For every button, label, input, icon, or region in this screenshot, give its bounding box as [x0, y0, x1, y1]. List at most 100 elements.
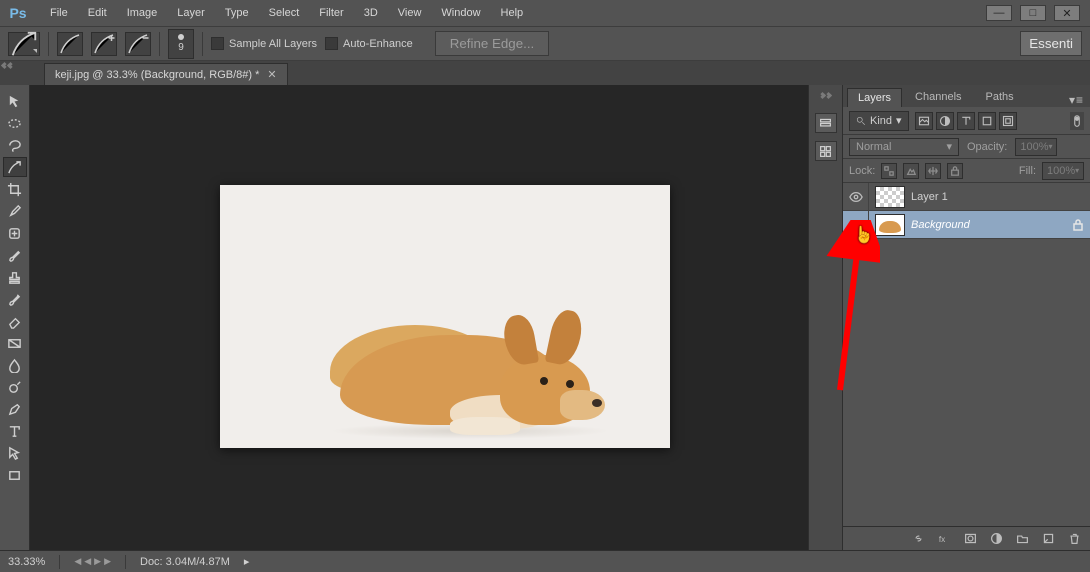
stamp-tool[interactable] — [3, 267, 27, 287]
opacity-input[interactable]: 100% ▾ — [1015, 138, 1057, 156]
path-select-tool[interactable] — [3, 443, 27, 463]
zoom-level[interactable]: 33.33% — [8, 556, 45, 568]
dodge-tool[interactable] — [3, 377, 27, 397]
layer-thumbnail[interactable] — [875, 214, 905, 236]
toolbox-collapse-handle[interactable] — [2, 61, 18, 69]
document-canvas[interactable] — [220, 185, 670, 448]
chevron-right-icon[interactable]: ▸ — [244, 555, 250, 568]
menu-file[interactable]: File — [40, 0, 78, 26]
pen-tool[interactable] — [3, 399, 27, 419]
close-icon[interactable]: ✕ — [267, 68, 276, 81]
layer-name-label[interactable]: Background — [911, 219, 1066, 231]
layers-adjust-icon[interactable] — [988, 531, 1004, 547]
panel-tab-channels[interactable]: Channels — [904, 87, 972, 107]
layers-panel: LayersChannelsPaths ▾≡ Kind ▾ Normal ▾ — [843, 85, 1090, 550]
history-panel-icon[interactable] — [815, 113, 837, 133]
document-tab[interactable]: keji.jpg @ 33.3% (Background, RGB/8#) * … — [44, 63, 288, 85]
layers-trash-icon[interactable] — [1066, 531, 1082, 547]
subtract-selection-icon[interactable] — [125, 32, 151, 56]
panel-tab-layers[interactable]: Layers — [847, 88, 902, 107]
menu-window[interactable]: Window — [431, 0, 490, 26]
layers-fx-icon[interactable]: fx — [936, 531, 952, 547]
brush-tool[interactable] — [3, 245, 27, 265]
panel-menu-icon[interactable]: ▾≡ — [1063, 93, 1090, 107]
menu-bar: Ps FileEditImageLayerTypeSelectFilter3DV… — [0, 0, 1090, 26]
filter-adjust-icon[interactable] — [936, 112, 954, 130]
menu-select[interactable]: Select — [259, 0, 310, 26]
layer-thumbnail[interactable] — [875, 186, 905, 208]
move-tool[interactable] — [3, 91, 27, 111]
auto-enhance-label: Auto-Enhance — [343, 38, 413, 50]
quick-select-tool[interactable] — [3, 157, 27, 177]
refine-edge-button[interactable]: Refine Edge... — [435, 31, 549, 56]
dropdown-arrow-icon: ▾ — [896, 114, 902, 127]
document-info[interactable]: Doc: 3.04M/4.87M — [140, 556, 230, 568]
layers-link-icon[interactable] — [910, 531, 926, 547]
filter-type-icon[interactable] — [957, 112, 975, 130]
menu-edit[interactable]: Edit — [78, 0, 117, 26]
active-tool-swatch[interactable] — [8, 32, 40, 56]
layer-name-label[interactable]: Layer 1 — [911, 191, 1066, 203]
menu-3d[interactable]: 3D — [354, 0, 388, 26]
add-selection-icon[interactable] — [91, 32, 117, 56]
menu-image[interactable]: Image — [117, 0, 168, 26]
swatches-panel-icon[interactable] — [815, 141, 837, 161]
marquee-tool[interactable] — [3, 113, 27, 133]
dock-collapse-handle[interactable] — [818, 93, 834, 101]
healing-tool[interactable] — [3, 223, 27, 243]
eraser-tool[interactable] — [3, 311, 27, 331]
opacity-value: 100% — [1020, 141, 1048, 153]
gradient-tool[interactable] — [3, 333, 27, 353]
blend-mode-value: Normal — [856, 141, 891, 153]
fill-input[interactable]: 100% ▾ — [1042, 162, 1084, 180]
type-tool[interactable] — [3, 421, 27, 441]
filter-shape-icon[interactable] — [978, 112, 996, 130]
lock-fill-row: Lock: Fill: 100% ▾ — [843, 159, 1090, 183]
window-maximize-button[interactable]: □ — [1020, 5, 1046, 21]
window-minimize-button[interactable]: — — [986, 5, 1012, 21]
crop-tool[interactable] — [3, 179, 27, 199]
layers-new-icon[interactable] — [1040, 531, 1056, 547]
filter-pixel-icon[interactable] — [915, 112, 933, 130]
blend-mode-dropdown[interactable]: Normal ▾ — [849, 138, 959, 156]
separator — [159, 32, 160, 56]
panel-tab-paths[interactable]: Paths — [975, 87, 1025, 107]
panel-tab-strip: LayersChannelsPaths ▾≡ — [843, 85, 1090, 107]
menu-layer[interactable]: Layer — [167, 0, 215, 26]
rectangle-tool[interactable] — [3, 465, 27, 485]
layer-filter-kind-dropdown[interactable]: Kind ▾ — [849, 111, 909, 131]
menu-filter[interactable]: Filter — [309, 0, 353, 26]
menu-view[interactable]: View — [388, 0, 432, 26]
lasso-tool[interactable] — [3, 135, 27, 155]
lock-all-icon[interactable] — [947, 163, 963, 179]
filter-toggle-switch[interactable] — [1070, 112, 1084, 130]
separator — [59, 555, 60, 569]
sample-all-layers-checkbox[interactable]: Sample All Layers — [211, 37, 317, 50]
lock-image-icon[interactable] — [903, 163, 919, 179]
filter-smart-icon[interactable] — [999, 112, 1017, 130]
lock-position-icon[interactable] — [925, 163, 941, 179]
lock-transparent-icon[interactable] — [881, 163, 897, 179]
layers-panel-footer: fx — [843, 526, 1090, 550]
history-brush-tool[interactable] — [3, 289, 27, 309]
zoom-nav-icons[interactable]: ◀◀▶▶ — [74, 556, 111, 567]
canvas-area[interactable] — [30, 85, 808, 550]
window-close-button[interactable]: ✕ — [1054, 5, 1080, 21]
document-tab-title: keji.jpg @ 33.3% (Background, RGB/8#) * — [55, 69, 259, 81]
layer-visibility-toggle[interactable] — [843, 183, 869, 210]
dropdown-arrow-icon: ▾ — [1049, 142, 1053, 151]
menu-type[interactable]: Type — [215, 0, 259, 26]
new-selection-icon[interactable] — [57, 32, 83, 56]
menu-help[interactable]: Help — [491, 0, 534, 26]
auto-enhance-checkbox[interactable]: Auto-Enhance — [325, 37, 413, 50]
layer-row[interactable]: Layer 1 — [843, 183, 1090, 211]
workspace-switcher-button[interactable]: Essenti — [1020, 31, 1082, 56]
layers-group-icon[interactable] — [1014, 531, 1030, 547]
workspace: LayersChannelsPaths ▾≡ Kind ▾ Normal ▾ — [0, 85, 1090, 550]
layers-mask-icon[interactable] — [962, 531, 978, 547]
checkbox-icon — [211, 37, 224, 50]
eyedropper-tool[interactable] — [3, 201, 27, 221]
brush-size-picker[interactable]: 9 — [168, 29, 194, 59]
blur-tool[interactable] — [3, 355, 27, 375]
layer-row[interactable]: Background — [843, 211, 1090, 239]
